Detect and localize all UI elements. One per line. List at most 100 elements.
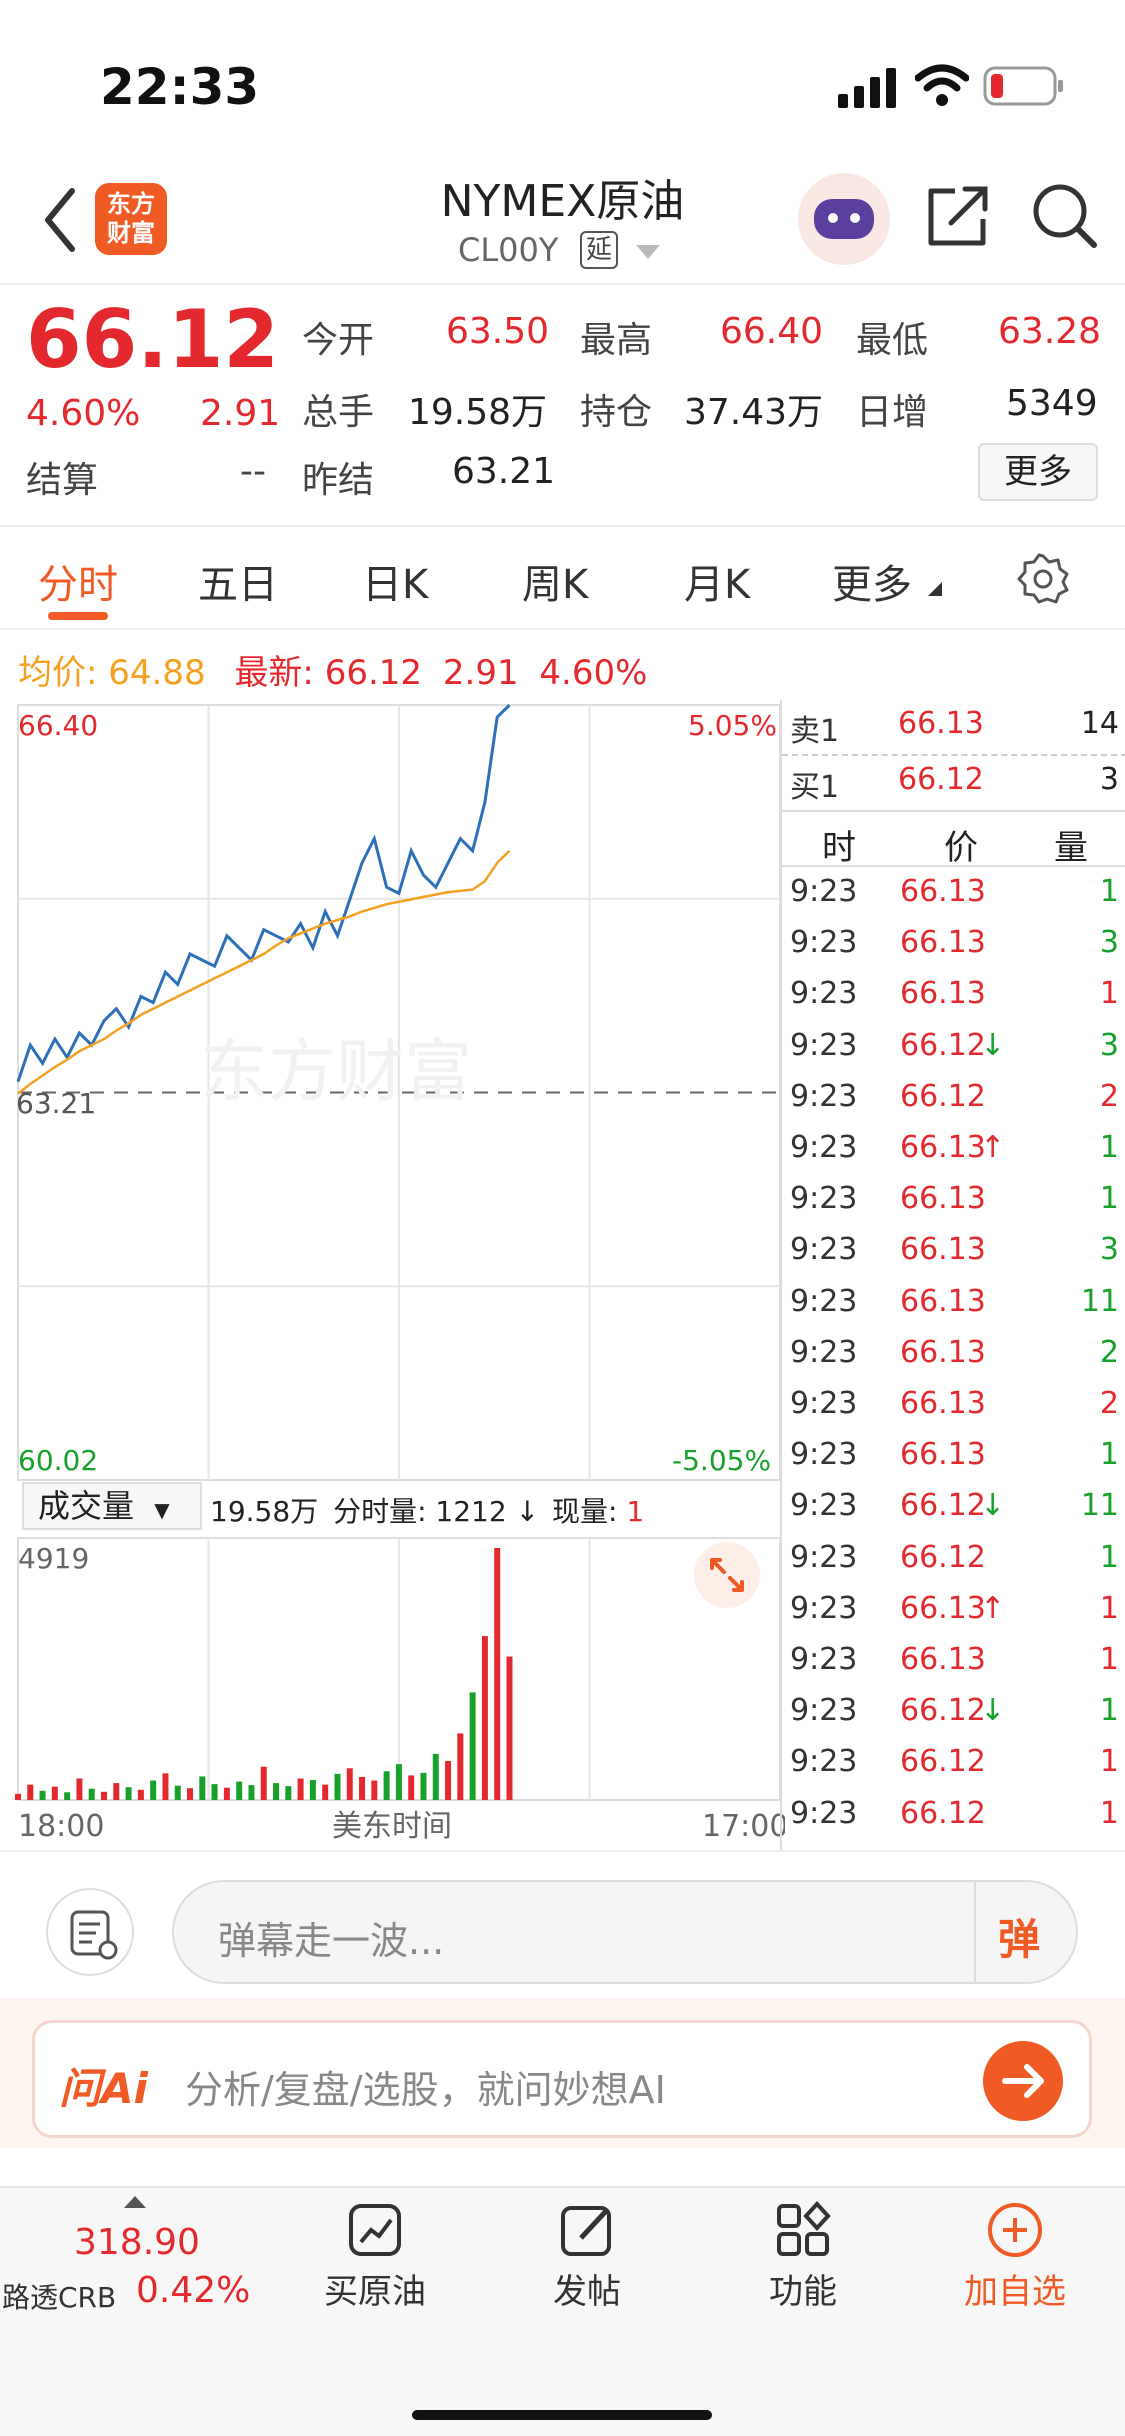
trade-row: 9:23 66.12 1 [782, 1790, 1125, 1841]
pct-top-label: 5.05% [688, 709, 777, 742]
trade-time: 9:23 [790, 1539, 858, 1575]
tab-intraday[interactable]: 分时 [38, 552, 118, 610]
tab-more[interactable]: 更多 [832, 552, 912, 610]
danmu-send-button[interactable]: 弹 [998, 1906, 1040, 1967]
nav-buy-oil[interactable]: 买原油 [310, 2200, 440, 2313]
volume-bar [248, 1785, 255, 1800]
sell-1-label: 卖1 [790, 714, 840, 749]
settings-gear-icon[interactable] [1016, 552, 1070, 606]
price-summary-line: 均价: 64.88 最新: 66.12 2.91 4.60% [18, 645, 647, 694]
intraday-chart[interactable]: 东方财富 66.40 60.02 63.21 5.05% -5.05% 4919… [0, 700, 788, 1850]
volume-bar [334, 1773, 341, 1800]
trade-row: 9:23 66.12 1 [782, 1534, 1125, 1585]
volume-bar [187, 1788, 194, 1800]
dropdown-arrow-icon: ▼ [154, 1498, 170, 1522]
nav-post[interactable]: 发帖 [522, 2200, 652, 2313]
nav-functions[interactable]: 功能 [738, 2200, 868, 2313]
pct-bottom-label: -5.05% [672, 1444, 771, 1477]
tab-daily-k[interactable]: 日K [362, 552, 428, 610]
tab-five-day[interactable]: 五日 [198, 552, 278, 610]
trade-price: 66.12 [900, 1795, 986, 1831]
watermark: 东方财富 [200, 1034, 472, 1110]
sell-1-price: 66.13 [898, 706, 984, 741]
ai-input[interactable]: 问Ai 分析/复盘/选股，就问妙想AI [32, 2020, 1092, 2138]
sell-1-row: 卖1 66.13 14 [782, 700, 1125, 751]
tab-weekly-k[interactable]: 周K [522, 552, 588, 610]
trade-qty: 1 [1099, 1693, 1119, 1729]
trade-header: 时 价 量 [782, 814, 1125, 868]
index-value[interactable]: 318.90 [74, 2222, 200, 2263]
trade-row: 9:23 66.12 ↓ 11 [782, 1482, 1125, 1533]
trade-qty: 3 [1099, 925, 1119, 961]
danmu-toggle-icon[interactable] [46, 1888, 134, 1976]
trade-time: 9:23 [790, 925, 858, 961]
app-header: 东方 财富 NYMEX原油 CL00Y 延 [0, 165, 1125, 285]
trade-price: 66.12 [900, 1693, 986, 1729]
expand-chart-icon[interactable] [694, 1542, 760, 1608]
trade-row: 9:23 66.13 1 [782, 868, 1125, 919]
edit-icon [561, 2206, 611, 2256]
open-interest-label: 持仓 [580, 392, 653, 433]
bottom-area: 弹幕走一波... 弹 问Ai 分析/复盘/选股，就问妙想AI [0, 1850, 1125, 2436]
volume-bar [346, 1768, 353, 1800]
trade-qty: 11 [1080, 1283, 1119, 1319]
volume-bar [359, 1776, 366, 1800]
signal-icon [838, 68, 896, 108]
volume-dropdown[interactable]: 成交量 ▼ [22, 1482, 202, 1530]
divider [974, 1882, 976, 1982]
index-name[interactable]: 路透CRB [2, 2276, 116, 2316]
volume-bar [236, 1781, 243, 1800]
more-button[interactable]: 更多 [978, 443, 1098, 501]
low-value: 63.28 [998, 311, 1102, 352]
x-label-end: 17:00 [702, 1809, 785, 1844]
danmu-input[interactable]: 弹幕走一波... 弹 [172, 1880, 1078, 1984]
volume-bar [27, 1784, 34, 1800]
volume-total: 19.58万 [210, 1495, 319, 1528]
trade-time: 9:23 [790, 1232, 858, 1268]
volume-label: 总手 [302, 392, 375, 433]
nav-add-watchlist[interactable]: 加自选 [950, 2200, 1080, 2313]
volume-bar [150, 1780, 157, 1800]
trade-price: 66.13 [900, 1232, 986, 1268]
buy-1-label: 买1 [790, 770, 840, 805]
chart-tabs: 分时 五日 日K 周K 月K 更多 [0, 530, 1125, 630]
trade-price: 66.13 [900, 1437, 986, 1473]
volume-bar [76, 1778, 83, 1800]
trade-qty: 2 [1099, 1386, 1119, 1421]
trade-row: 9:23 66.12 2 [782, 1073, 1125, 1124]
volume-bar [162, 1773, 169, 1800]
low-label: 最低 [856, 320, 929, 361]
ai-assistant-avatar-icon[interactable] [798, 173, 890, 265]
change-value: 2.91 [200, 393, 281, 434]
ai-submit-arrow-icon[interactable] [983, 2041, 1063, 2121]
trade-row: 9:23 66.13 2 [782, 1380, 1125, 1431]
volume-bar [408, 1775, 415, 1800]
trade-row: 9:23 66.13 1 [782, 970, 1125, 1021]
trade-time: 9:23 [790, 1693, 858, 1729]
trade-price: 66.13 [900, 1181, 986, 1217]
trade-qty: 11 [1080, 1488, 1119, 1524]
volume-max-label: 4919 [18, 1542, 89, 1575]
tab-monthly-k[interactable]: 月K [684, 552, 750, 610]
dropdown-triangle-icon[interactable] [636, 245, 660, 261]
x-label-start: 18:00 [18, 1809, 104, 1844]
trade-time: 9:23 [790, 874, 858, 909]
nav-post-label: 发帖 [553, 2272, 621, 2312]
instrument-code: CL00Y [458, 231, 559, 269]
trade-time: 9:23 [790, 1386, 858, 1421]
avg-price-label: 均价: [18, 653, 98, 693]
period-volume-value: 1212 [435, 1495, 507, 1528]
share-icon[interactable] [925, 183, 991, 249]
trade-direction-arrow: ↑ [980, 1590, 1006, 1626]
search-icon[interactable] [1030, 181, 1100, 251]
trade-qty: 1 [1099, 1130, 1119, 1165]
index-percent[interactable]: 0.42% [136, 2270, 250, 2311]
active-tab-indicator [48, 612, 108, 620]
volume-bar [88, 1788, 95, 1800]
home-indicator [412, 2410, 712, 2420]
trade-price: 66.12 [900, 1027, 986, 1063]
volume-bar [371, 1780, 378, 1800]
trade-row: 9:23 66.13 11 [782, 1278, 1125, 1329]
open-interest-value: 37.43万 [684, 392, 824, 433]
volume-bar [285, 1786, 292, 1800]
